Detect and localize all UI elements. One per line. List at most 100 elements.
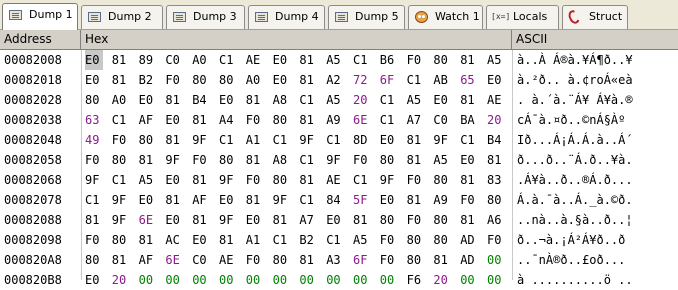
hex-byte[interactable]: 80: [273, 170, 291, 190]
address-cell[interactable]: 00082078: [4, 190, 62, 210]
hex-byte[interactable]: 6F: [380, 70, 398, 90]
hex-byte[interactable]: E0: [460, 150, 478, 170]
hex-byte[interactable]: 00: [219, 270, 237, 290]
hex-byte[interactable]: 80: [433, 170, 451, 190]
hex-byte[interactable]: F0: [246, 110, 264, 130]
hex-byte[interactable]: 81: [273, 210, 291, 230]
address-cell[interactable]: 00082008: [4, 50, 62, 70]
hex-byte[interactable]: 00: [487, 270, 505, 290]
tab-dump-3[interactable]: Dump 3: [166, 5, 245, 29]
hex-byte[interactable]: 80: [273, 250, 291, 270]
hex-byte[interactable]: C1: [112, 170, 130, 190]
hex-byte[interactable]: 63: [85, 110, 103, 130]
address-column-header[interactable]: Address: [0, 30, 81, 49]
hex-byte[interactable]: E0: [139, 90, 157, 110]
hex-byte[interactable]: C0: [192, 250, 210, 270]
hex-byte[interactable]: 81: [219, 230, 237, 250]
table-row[interactable]: 00082068 9F C1 A5 E0 81 9F F0 80 81 AE C1 9F F0 80 81 83…: [0, 170, 678, 190]
table-row[interactable]: 00082048 49 F0 80 81 9F C1 A1 C1 9F C1 8D E0 81 9F C1 B4…: [0, 130, 678, 150]
hex-byte[interactable]: A8: [273, 150, 291, 170]
hex-byte[interactable]: 81: [299, 110, 317, 130]
hex-byte[interactable]: 81: [192, 210, 210, 230]
hex-byte[interactable]: 81: [246, 90, 264, 110]
hex-byte[interactable]: 84: [326, 190, 344, 210]
hex-byte[interactable]: 81: [433, 250, 451, 270]
hex-byte[interactable]: F0: [460, 190, 478, 210]
hex-byte[interactable]: B4: [192, 90, 210, 110]
hex-byte[interactable]: 20: [112, 270, 130, 290]
hex-byte[interactable]: 81: [139, 150, 157, 170]
hex-byte[interactable]: 80: [112, 230, 130, 250]
hex-byte[interactable]: 81: [112, 70, 130, 90]
hex-byte[interactable]: E0: [139, 190, 157, 210]
hex-byte[interactable]: E0: [165, 110, 183, 130]
hex-byte[interactable]: 9F: [112, 210, 130, 230]
hex-byte[interactable]: F0: [165, 70, 183, 90]
hex-byte[interactable]: 8D: [353, 130, 371, 150]
hex-byte[interactable]: 00: [353, 270, 371, 290]
table-row[interactable]: 00082088 81 9F 6E E0 81 9F E0 81 A7 E0 81 80 F0 80 81 A6…: [0, 210, 678, 230]
address-cell[interactable]: 00082088: [4, 210, 62, 230]
address-cell[interactable]: 00082048: [4, 130, 62, 150]
hex-byte[interactable]: 81: [353, 210, 371, 230]
hex-byte[interactable]: E0: [85, 70, 103, 90]
hex-byte[interactable]: F0: [380, 250, 398, 270]
hex-byte[interactable]: F0: [246, 250, 264, 270]
hex-byte[interactable]: 89: [139, 50, 157, 70]
ascii-cell[interactable]: Ið...Á¡Á.Á.à..Á´: [517, 130, 633, 150]
hex-byte[interactable]: B6: [380, 50, 398, 70]
hex-byte[interactable]: 81: [139, 230, 157, 250]
tab-dump-4[interactable]: Dump 4: [248, 5, 325, 29]
hex-byte[interactable]: 00: [487, 250, 505, 270]
tab-locals[interactable]: [x=] Locals: [486, 5, 559, 29]
tab-dump-5[interactable]: Dump 5: [328, 5, 405, 29]
hex-byte[interactable]: 72: [353, 70, 371, 90]
hex-byte[interactable]: AE: [326, 170, 344, 190]
hex-byte[interactable]: 80: [139, 130, 157, 150]
hex-byte[interactable]: 81: [165, 130, 183, 150]
hex-byte[interactable]: 00: [192, 270, 210, 290]
hex-byte[interactable]: E0: [165, 170, 183, 190]
hex-byte[interactable]: 81: [85, 210, 103, 230]
address-cell[interactable]: 00082028: [4, 90, 62, 110]
hex-byte[interactable]: 6E: [353, 110, 371, 130]
table-row[interactable]: 00082078 C1 9F E0 81 AF E0 81 9F C1 84 5F E0 81 A9 F0 80…: [0, 190, 678, 210]
hex-byte[interactable]: F0: [407, 170, 425, 190]
hex-byte[interactable]: 80: [433, 210, 451, 230]
hex-byte[interactable]: 9F: [219, 170, 237, 190]
address-cell[interactable]: 00082038: [4, 110, 62, 130]
hex-byte[interactable]: A4: [219, 110, 237, 130]
hex-byte[interactable]: E0: [219, 190, 237, 210]
hex-byte[interactable]: 81: [246, 150, 264, 170]
hex-byte[interactable]: A3: [326, 250, 344, 270]
hex-byte[interactable]: 80: [85, 250, 103, 270]
hex-byte[interactable]: 83: [487, 170, 505, 190]
hex-byte[interactable]: AE: [246, 50, 264, 70]
hex-byte[interactable]: AF: [139, 250, 157, 270]
tab-watch-1[interactable]: Watch 1: [408, 5, 483, 29]
ascii-cell[interactable]: ð..¬à.¡Á²Á¥ð..­ð: [517, 230, 625, 250]
hex-byte[interactable]: 81: [487, 150, 505, 170]
hex-byte[interactable]: 00: [273, 270, 291, 290]
ascii-cell[interactable]: à..À Á®à.¥Á¶ð..¥: [517, 50, 633, 70]
hex-byte[interactable]: BA: [460, 110, 478, 130]
hex-byte[interactable]: 20: [353, 90, 371, 110]
address-cell[interactable]: 00082098: [4, 230, 62, 250]
hex-byte[interactable]: 80: [433, 50, 451, 70]
ascii-cell[interactable]: Á.à.¯à..Á._à.©ð.: [517, 190, 633, 210]
hex-byte[interactable]: F0: [192, 150, 210, 170]
hex-byte[interactable]: 00: [326, 270, 344, 290]
hex-byte[interactable]: AC: [165, 230, 183, 250]
table-row[interactable]: 00082058 F0 80 81 9F F0 80 81 A8 C1 9F F0 80 81 A5 E0 81…: [0, 150, 678, 170]
hex-byte[interactable]: E0: [85, 270, 103, 290]
hex-byte[interactable]: 00: [165, 270, 183, 290]
hex-byte[interactable]: E0: [433, 90, 451, 110]
hex-byte[interactable]: C1: [299, 190, 317, 210]
hex-byte[interactable]: AE: [219, 250, 237, 270]
hex-byte[interactable]: A5: [407, 90, 425, 110]
hex-byte[interactable]: E0: [326, 210, 344, 230]
hex-byte[interactable]: A5: [326, 90, 344, 110]
hex-byte[interactable]: 81: [460, 90, 478, 110]
hex-byte[interactable]: C1: [219, 130, 237, 150]
hex-byte[interactable]: C1: [85, 190, 103, 210]
